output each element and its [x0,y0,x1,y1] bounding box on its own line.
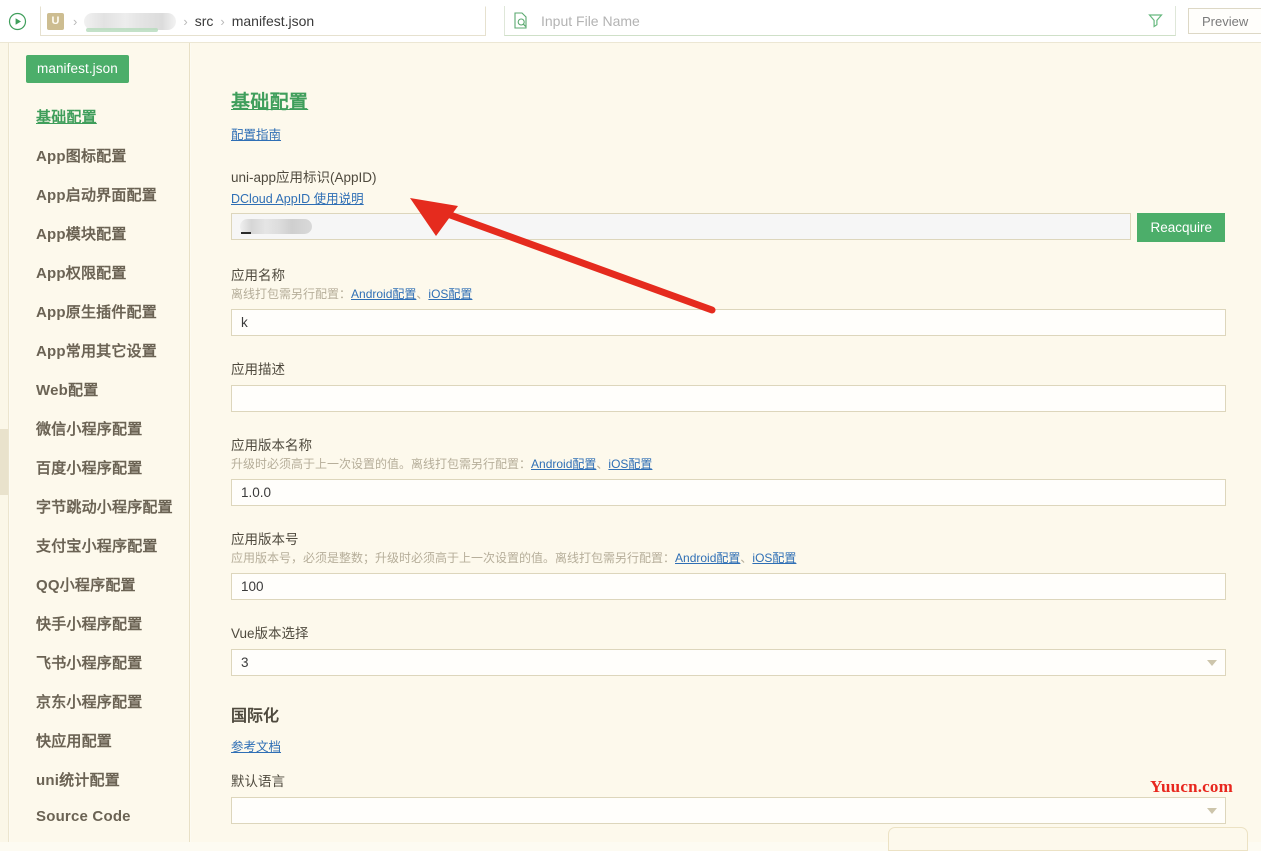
uniapp-logo-icon: U [47,12,64,30]
breadcrumb-separator-2: › [183,13,188,29]
sidebar-item-jd-miniprogram-config[interactable]: 京东小程序配置 [10,682,189,721]
version-name-input[interactable] [231,479,1226,506]
filename-input[interactable] [539,7,1139,34]
version-code-hint: 应用版本号，必须是整数；升级时必须高于上一次设置的值。离线打包需另行配置：And… [231,551,797,565]
sidebar-item-web-config[interactable]: Web配置 [10,370,189,409]
left-scrollbar-thumb[interactable] [0,429,8,495]
sidebar-item-feishu-miniprogram-config[interactable]: 飞书小程序配置 [10,643,189,682]
watermark: Yuucn.com [1150,777,1233,796]
field-app-desc: 应用描述 [231,358,1226,412]
play-circle-icon[interactable] [0,0,34,43]
sidebar-item-alipay-miniprogram-config[interactable]: 支付宝小程序配置 [10,526,189,565]
sidebar-item-baidu-miniprogram-config[interactable]: 百度小程序配置 [10,448,189,487]
app-name-hint: 离线打包需另行配置：Android配置、iOS配置 [231,287,473,301]
field-app-name: 应用名称 离线打包需另行配置：Android配置、iOS配置 [231,264,1226,336]
sidebar-item-app-splash-config[interactable]: App启动界面配置 [10,175,189,214]
app-name-ios-link[interactable]: iOS配置 [428,287,472,301]
appid-help-link[interactable]: DCloud AppID 使用说明 [231,188,364,207]
main-content: 基础配置 配置指南 uni-app应用标识(AppID) DCloud AppI… [191,43,1261,842]
sidebar-item-app-misc-settings[interactable]: App常用其它设置 [10,331,189,370]
sidebar-item-app-module-config[interactable]: App模块配置 [10,214,189,253]
sidebar-item-app-permission-config[interactable]: App权限配置 [10,253,189,292]
app-name-input[interactable] [231,309,1226,336]
version-code-label: 应用版本号 [231,532,299,547]
page-title: 基础配置 [231,92,309,113]
app-desc-label: 应用描述 [231,362,285,377]
field-version-code: 应用版本号 应用版本号，必须是整数；升级时必须高于上一次设置的值。离线打包需另行… [231,528,1226,600]
sidebar-item-quickapp-config[interactable]: 快应用配置 [10,721,189,760]
version-name-label: 应用版本名称 [231,438,312,453]
sidebar-item-app-native-plugin-config[interactable]: App原生插件配置 [10,292,189,331]
sidebar-item-uni-statistics-config[interactable]: uni统计配置 [10,760,189,799]
tab-manifest-json[interactable]: manifest.json [26,55,129,83]
top-toolbar: U › › src › manifest.json Preview [0,0,1261,43]
breadcrumb-project-redacted[interactable] [84,12,177,32]
version-name-hint-prefix: 升级时必须高于上一次设置的值。离线打包需另行配置： [231,457,532,471]
config-guide-link[interactable]: 配置指南 [231,124,281,143]
sidebar-item-weixin-miniprogram-config[interactable]: 微信小程序配置 [10,409,189,448]
sidebar-item-source-code[interactable]: Source Code [10,799,189,834]
sidebar: manifest.json 基础配置 App图标配置 App启动界面配置 App… [10,43,190,842]
app-name-android-link[interactable]: Android配置 [351,287,416,301]
breadcrumb-separator-1: › [73,13,78,29]
breadcrumb-item-src[interactable]: src [195,13,214,29]
preview-button[interactable]: Preview [1188,8,1261,34]
left-scrollbar-track[interactable] [0,43,9,842]
default-lang-select[interactable] [231,797,1226,824]
default-lang-label: 默认语言 [231,774,285,789]
default-lang-select-wrap [231,797,1226,824]
breadcrumb[interactable]: U › › src › manifest.json [40,6,486,36]
version-name-android-link[interactable]: Android配置 [531,457,596,471]
version-name-ios-link[interactable]: iOS配置 [608,457,652,471]
sidebar-nav: 基础配置 App图标配置 App启动界面配置 App模块配置 App权限配置 A… [10,97,189,834]
field-version-name: 应用版本名称 升级时必须高于上一次设置的值。离线打包需另行配置：Android配… [231,434,1226,506]
i18n-title: 国际化 [231,708,280,725]
text-cursor [241,232,251,234]
field-vue-version: Vue版本选择 [231,622,1226,676]
version-code-android-link[interactable]: Android配置 [675,551,740,565]
version-code-hint-prefix: 应用版本号，必须是整数；升级时必须高于上一次设置的值。离线打包需另行配置： [231,551,676,565]
sidebar-item-app-icon-config[interactable]: App图标配置 [10,136,189,175]
version-name-hint: 升级时必须高于上一次设置的值。离线打包需另行配置：Android配置、iOS配置 [231,457,653,471]
sidebar-item-qq-miniprogram-config[interactable]: QQ小程序配置 [10,565,189,604]
appid-input[interactable] [231,213,1132,240]
breadcrumb-item-manifest[interactable]: manifest.json [232,13,314,29]
i18n-doc-link[interactable]: 参考文档 [231,736,281,755]
appid-row: Reacquire [231,213,1225,242]
sidebar-item-bytedance-miniprogram-config[interactable]: 字节跳动小程序配置 [10,487,189,526]
filename-search-box[interactable] [504,6,1176,36]
app-name-label: 应用名称 [231,268,285,283]
version-code-ios-link[interactable]: iOS配置 [752,551,796,565]
app-name-hint-prefix: 离线打包需另行配置： [231,287,352,301]
vue-version-select-wrap [231,649,1226,676]
appid-label: uni-app应用标识(AppID) [231,170,377,185]
breadcrumb-separator-3: › [220,13,225,29]
field-default-lang: 默认语言 [231,770,1226,824]
sidebar-item-basic-config[interactable]: 基础配置 [10,97,189,136]
file-search-icon [513,12,531,29]
field-appid: uni-app应用标识(AppID) DCloud AppID 使用说明 Rea… [231,166,1225,242]
reacquire-button[interactable]: Reacquire [1137,213,1225,242]
bottom-popup-panel [888,827,1248,851]
version-code-input[interactable] [231,573,1226,600]
vue-version-label: Vue版本选择 [231,626,309,641]
app-desc-input[interactable] [231,385,1226,412]
sidebar-item-kuaishou-miniprogram-config[interactable]: 快手小程序配置 [10,604,189,643]
filter-icon[interactable] [1143,13,1167,28]
vue-version-select[interactable] [231,649,1226,676]
